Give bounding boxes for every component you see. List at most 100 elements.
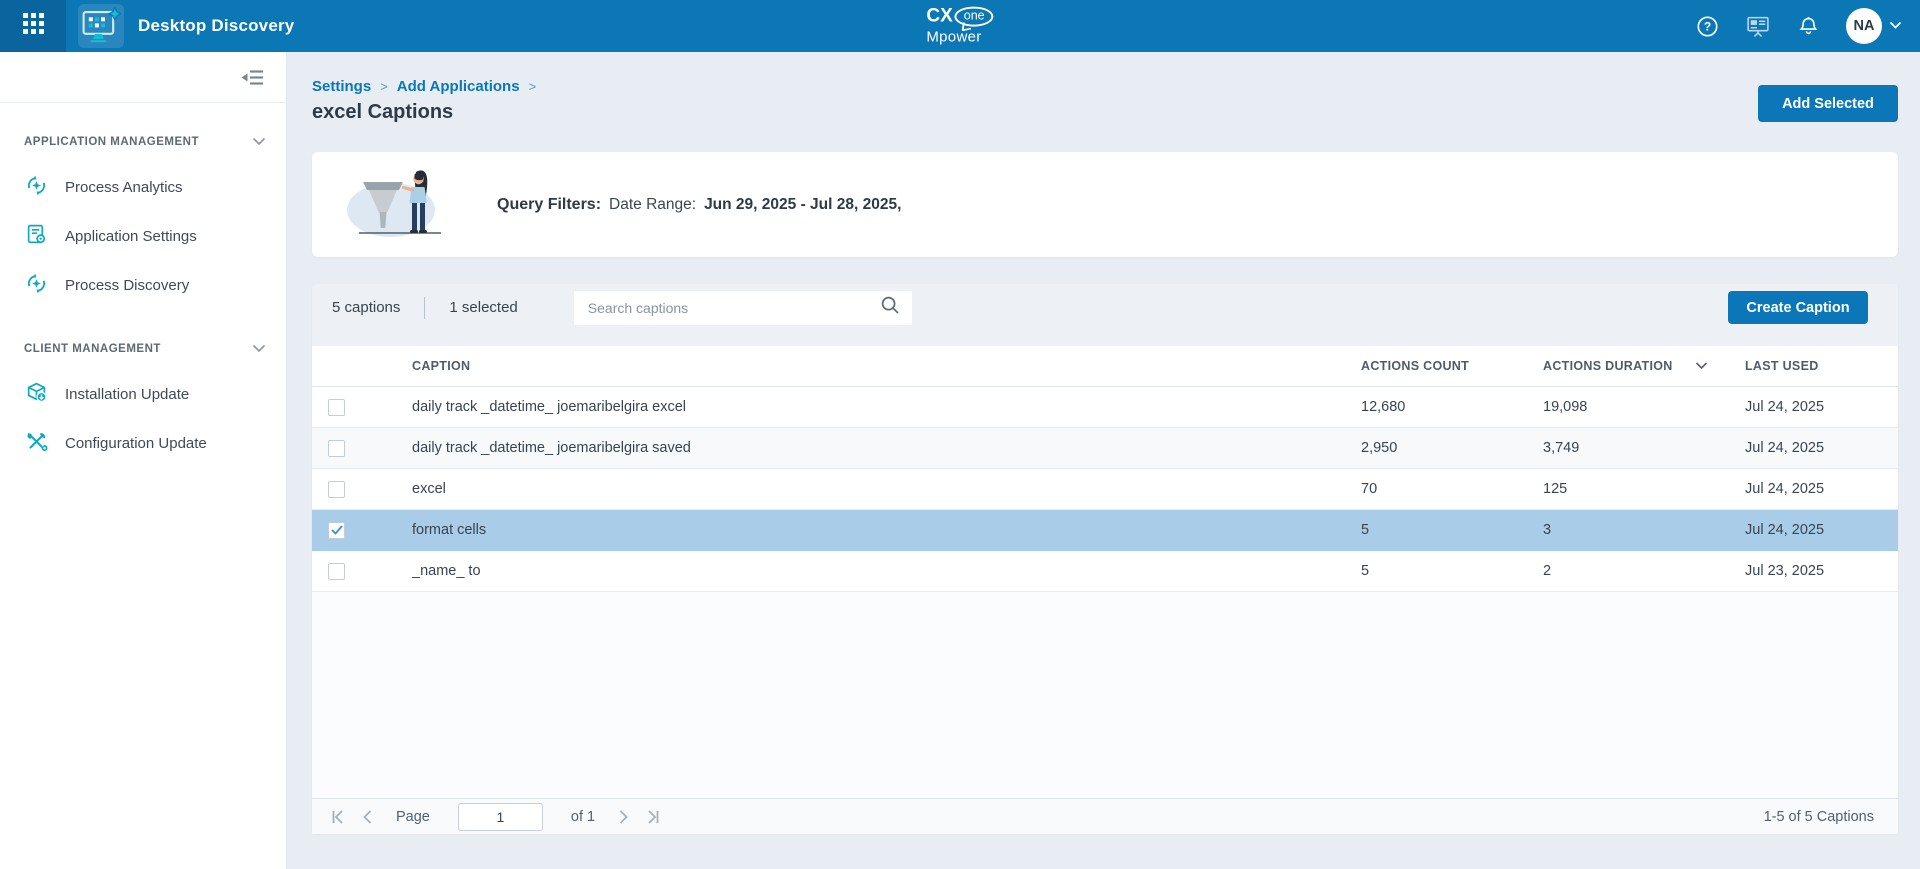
row-checkbox[interactable] [328, 481, 345, 498]
user-menu[interactable]: NA [1846, 8, 1902, 44]
caption-cell: daily track _datetime_ joemaribelgira sa… [412, 440, 1361, 456]
divider [424, 297, 425, 319]
actions-count-cell: 12,680 [1361, 399, 1543, 415]
chevron-down-icon [252, 340, 266, 358]
prev-page-icon[interactable] [360, 809, 376, 825]
sidebar-item-process-discovery[interactable]: Process Discovery [0, 261, 286, 310]
results-range-text: 1-5 of 5 Captions [1764, 809, 1874, 825]
column-header-actions-duration[interactable]: ACTIONS DURATION [1543, 359, 1745, 373]
row-checkbox[interactable] [328, 522, 345, 539]
sidebar-item-label: Configuration Update [65, 435, 207, 452]
desktop-discovery-logo-icon [78, 4, 124, 48]
section-header-application-management[interactable]: APPLICATION MANAGEMENT [0, 131, 286, 153]
add-selected-button[interactable]: Add Selected [1758, 85, 1898, 122]
table-row[interactable]: daily track _datetime_ joemaribelgira sa… [312, 428, 1898, 469]
sidebar: APPLICATION MANAGEMENT [0, 52, 287, 869]
first-page-icon[interactable] [330, 809, 346, 825]
row-checkbox[interactable] [328, 563, 345, 580]
captions-count: 5 captions [332, 299, 400, 316]
actions-count-cell: 5 [1361, 522, 1543, 538]
sidebar-item-application-settings[interactable]: Application Settings [0, 212, 286, 261]
logo-one-bubble: one [955, 7, 994, 27]
filter-illustration [345, 164, 449, 245]
pagination-footer: Page of 1 1-5 of 5 Captions [312, 798, 1898, 834]
search-input[interactable] [588, 300, 880, 316]
table-empty-area [312, 592, 1898, 798]
process-discovery-icon [25, 272, 48, 299]
breadcrumb-link-add-applications[interactable]: Add Applications [397, 78, 520, 95]
section-header-client-management[interactable]: CLIENT MANAGEMENT [0, 338, 286, 360]
actions-duration-cell: 2 [1543, 563, 1745, 579]
page-label: Page [396, 809, 430, 825]
row-checkbox[interactable] [328, 440, 345, 457]
captions-toolbar: 5 captions 1 selected Create Caption [312, 284, 1898, 331]
column-header-caption[interactable]: CAPTION [412, 359, 1361, 373]
process-analytics-icon [25, 174, 48, 201]
last-used-cell: Jul 24, 2025 [1745, 399, 1898, 415]
application-settings-icon [25, 223, 48, 250]
captions-card: 5 captions 1 selected Create Caption [312, 284, 1898, 834]
next-page-icon[interactable] [615, 809, 631, 825]
logo-cx: CX [926, 7, 952, 27]
column-header-last-used[interactable]: LAST USED [1745, 359, 1898, 373]
caption-cell: daily track _datetime_ joemaribelgira ex… [412, 399, 1361, 415]
last-page-icon[interactable] [645, 809, 661, 825]
top-actions: ? NA [1696, 8, 1920, 44]
table-row[interactable]: format cells 5 3 Jul 24, 2025 [312, 510, 1898, 551]
notifications-bell-icon[interactable] [1797, 14, 1820, 38]
actions-duration-cell: 3 [1543, 522, 1745, 538]
sidebar-item-label: Process Discovery [65, 277, 189, 294]
table-row[interactable]: _name_ to 5 2 Jul 23, 2025 [312, 551, 1898, 592]
row-checkbox[interactable] [328, 399, 345, 416]
search-box[interactable] [574, 291, 912, 325]
query-filters-label: Query Filters: [497, 196, 601, 214]
last-used-cell: Jul 24, 2025 [1745, 440, 1898, 456]
chevron-down-icon [252, 133, 266, 151]
date-range-label: Date Range: [609, 196, 696, 214]
brand: Desktop Discovery [78, 4, 294, 48]
top-bar: Desktop Discovery CX one Mpower ? [0, 0, 1920, 52]
breadcrumb: Settings > Add Applications > [312, 78, 536, 95]
sidebar-item-installation-update[interactable]: Installation Update [0, 370, 286, 419]
actions-duration-cell: 19,098 [1543, 399, 1745, 415]
avatar[interactable]: NA [1846, 8, 1882, 44]
main-content: Settings > Add Applications > excel Capt… [287, 52, 1920, 869]
sidebar-section-application-management: APPLICATION MANAGEMENT [0, 131, 286, 310]
caption-cell: excel [412, 481, 1361, 497]
actions-count-cell: 2,950 [1361, 440, 1543, 456]
section-label: APPLICATION MANAGEMENT [24, 136, 199, 148]
section-label: CLIENT MANAGEMENT [24, 343, 161, 355]
sidebar-section-client-management: CLIENT MANAGEMENT [0, 338, 286, 468]
installation-update-icon [25, 381, 48, 408]
create-caption-button[interactable]: Create Caption [1728, 291, 1868, 324]
sidebar-item-process-analytics[interactable]: Process Analytics [0, 163, 286, 212]
table-row[interactable]: daily track _datetime_ joemaribelgira ex… [312, 387, 1898, 428]
collapse-sidebar-icon[interactable] [241, 68, 264, 87]
breadcrumb-link-settings[interactable]: Settings [312, 78, 371, 95]
search-icon[interactable] [880, 295, 900, 320]
actions-count-cell: 70 [1361, 481, 1543, 497]
sidebar-item-configuration-update[interactable]: Configuration Update [0, 419, 286, 468]
actions-duration-cell: 3,749 [1543, 440, 1745, 456]
logo-mpower: Mpower [926, 30, 993, 46]
breadcrumb-separator: > [380, 79, 388, 94]
app-launcher-button[interactable] [0, 0, 66, 52]
table-row[interactable]: excel 70 125 Jul 24, 2025 [312, 469, 1898, 510]
presentation-board-icon[interactable] [1745, 14, 1771, 39]
breadcrumb-separator: > [529, 79, 537, 94]
page-number-input[interactable] [458, 803, 543, 831]
table-header-row: CAPTION ACTIONS COUNT ACTIONS DURATION L… [312, 346, 1898, 387]
column-header-actions-count[interactable]: ACTIONS COUNT [1361, 359, 1543, 373]
sidebar-item-label: Application Settings [65, 228, 197, 245]
query-filters-card: Query Filters: Date Range: Jun 29, 2025 … [312, 152, 1898, 257]
actions-duration-cell: 125 [1543, 481, 1745, 497]
last-used-cell: Jul 23, 2025 [1745, 563, 1898, 579]
page-title: excel Captions [312, 101, 536, 124]
svg-text:?: ? [1704, 19, 1711, 33]
captions-table: CAPTION ACTIONS COUNT ACTIONS DURATION L… [312, 346, 1898, 834]
sort-chevron-icon[interactable] [1695, 359, 1708, 373]
sidebar-item-label: Process Analytics [65, 179, 183, 196]
chevron-down-icon [1889, 17, 1902, 35]
help-icon[interactable]: ? [1696, 15, 1719, 38]
configuration-update-icon [25, 430, 48, 457]
